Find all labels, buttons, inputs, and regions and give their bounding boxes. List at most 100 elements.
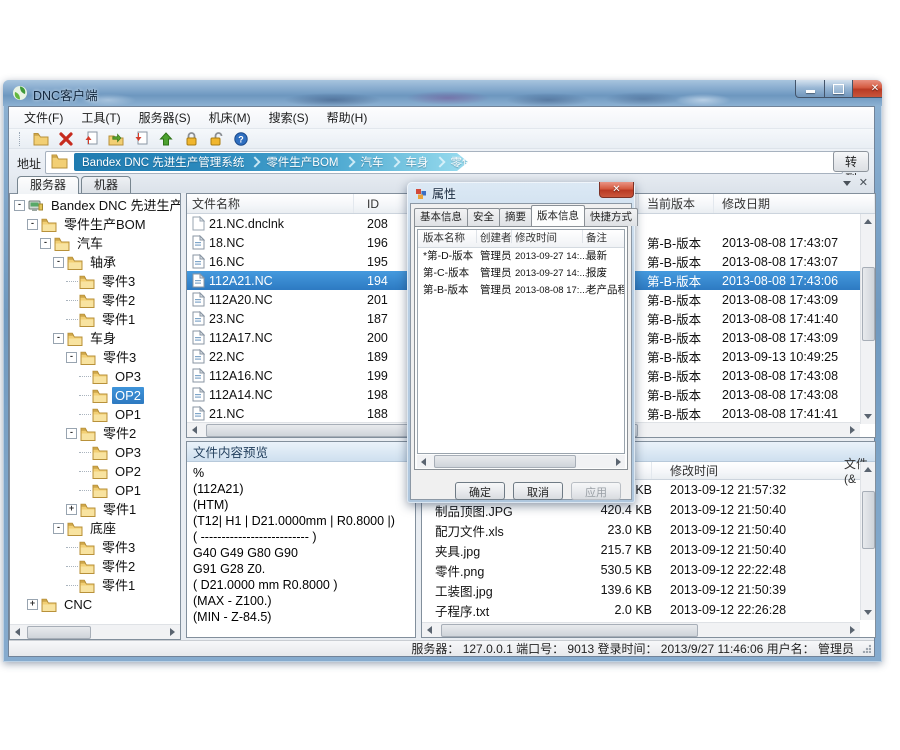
version-row[interactable]: *第-D-版本管理员2013-09-27 14:...最新	[418, 248, 624, 265]
lock-button[interactable]	[182, 130, 200, 147]
column-header-modified-time[interactable]: 修改时间	[652, 462, 875, 479]
tree-horizontal-scrollbar[interactable]	[10, 624, 180, 639]
import-folder-button[interactable]	[107, 130, 125, 147]
help-button[interactable]: ?	[232, 130, 250, 147]
check-out-button[interactable]	[132, 130, 150, 147]
attachment-row[interactable]: 零件.png530.5 KB2013-09-12 22:22:48	[422, 560, 875, 580]
column-header-creator[interactable]: 创建者	[480, 230, 512, 247]
scrollbar-thumb[interactable]	[434, 455, 576, 468]
tree-item[interactable]: 零件2	[10, 557, 180, 576]
tree-item[interactable]: -汽车	[10, 234, 180, 253]
scroll-right-button[interactable]	[165, 625, 180, 640]
attachment-row[interactable]: 工装图.jpg139.6 KB2013-09-12 21:50:39	[422, 580, 875, 600]
tree-item[interactable]: -底座	[10, 519, 180, 538]
tree-item[interactable]: -零件2	[10, 424, 180, 443]
scrollbar-thumb[interactable]	[27, 626, 91, 639]
check-in-button[interactable]	[82, 130, 100, 147]
scroll-left-button[interactable]	[422, 623, 437, 638]
unlock-button[interactable]	[207, 130, 225, 147]
new-folder-button[interactable]	[32, 130, 50, 147]
tree-item[interactable]: OP2	[10, 386, 180, 405]
close-button[interactable]: ✕	[852, 80, 882, 98]
version-row[interactable]: 第-B-版本管理员2013-08-08 17:...老产品程序	[418, 282, 624, 299]
scroll-left-button[interactable]	[187, 423, 202, 438]
file-list-vertical-scrollbar[interactable]	[860, 214, 875, 424]
attachment-row[interactable]: 配刀文件.xls23.0 KB2013-09-12 21:50:40	[422, 520, 875, 540]
dialog-tab-version-info[interactable]: 版本信息	[531, 205, 585, 226]
dialog-tab-basic-info[interactable]: 基本信息	[414, 208, 468, 226]
dialog-close-button[interactable]: ✕	[599, 182, 634, 198]
attachment-row[interactable]: 制品顶图.JPG420.4 KB2013-09-12 21:50:40	[422, 500, 875, 520]
scroll-up-button[interactable]	[861, 462, 876, 477]
tree-item[interactable]: OP1	[10, 405, 180, 424]
scrollbar-thumb[interactable]	[862, 491, 875, 549]
tree-item[interactable]: 零件3	[10, 272, 180, 291]
tree-item[interactable]: -轴承	[10, 253, 180, 272]
scroll-left-button[interactable]	[417, 455, 430, 468]
collapse-toggle-icon[interactable]: -	[53, 333, 64, 344]
pane-close-icon[interactable]: ✕	[859, 178, 868, 188]
menu-item-help[interactable]: 帮助(H)	[318, 107, 377, 128]
column-header-version-name[interactable]: 版本名称	[423, 230, 465, 247]
dialog-tab-summary[interactable]: 摘要	[499, 208, 532, 226]
tab-machine[interactable]: 机器	[81, 176, 131, 194]
expand-toggle-icon[interactable]: +	[66, 504, 77, 515]
pane-menu-dropdown-icon[interactable]	[843, 181, 851, 186]
scroll-left-button[interactable]	[10, 625, 25, 640]
collapse-toggle-icon[interactable]: -	[66, 428, 77, 439]
column-header-modified-time[interactable]: 修改时间	[515, 230, 557, 247]
collapse-toggle-icon[interactable]: -	[27, 219, 38, 230]
dialog-tab-shortcut[interactable]: 快捷方式	[584, 208, 638, 226]
attachment-horizontal-scrollbar[interactable]	[422, 622, 860, 637]
menu-item-file[interactable]: 文件(F)	[15, 107, 72, 128]
attachment-vertical-scrollbar[interactable]	[860, 462, 875, 620]
resize-grip[interactable]	[862, 644, 871, 653]
attachment-row[interactable]: 夹具.jpg215.7 KB2013-09-12 21:50:40	[422, 540, 875, 560]
dialog-title-bar[interactable]: 属性	[415, 185, 456, 202]
menu-item-tools[interactable]: 工具(T)	[72, 107, 129, 128]
breadcrumb-segment[interactable]: 车身	[398, 154, 437, 170]
column-header-note[interactable]: 备注	[586, 230, 607, 247]
breadcrumb-segment[interactable]: 零件生产BOM	[258, 154, 346, 170]
apply-button[interactable]: 应用	[571, 482, 621, 500]
tree-item[interactable]: -零件3	[10, 348, 180, 367]
column-header-modified-date[interactable]: 修改日期	[714, 194, 875, 213]
expand-toggle-icon[interactable]: +	[27, 599, 38, 610]
tree-item[interactable]: -零件生产BOM	[10, 215, 180, 234]
title-bar[interactable]: DNC客户端 ✕	[3, 80, 882, 106]
collapse-toggle-icon[interactable]: -	[66, 352, 77, 363]
cancel-button[interactable]: 取消	[513, 482, 563, 500]
collapse-toggle-icon[interactable]: -	[40, 238, 51, 249]
scroll-right-button[interactable]	[612, 455, 625, 468]
tree-item[interactable]: OP1	[10, 481, 180, 500]
delete-button[interactable]	[57, 130, 75, 147]
version-list-horizontal-scrollbar[interactable]	[417, 455, 625, 468]
ok-button[interactable]: 确定	[455, 482, 505, 500]
version-row[interactable]: 第-C-版本管理员2013-09-27 14:...报废	[418, 265, 624, 282]
attachment-row[interactable]: 子程序.txt2.0 KB2013-09-12 22:26:28	[422, 600, 875, 620]
upload-button[interactable]	[157, 130, 175, 147]
column-header-file-name[interactable]: 文件名称	[187, 194, 354, 213]
address-field[interactable]: Bandex DNC 先进生产管理系统零件生产BOM汽车车身零件3OP2	[45, 151, 843, 174]
breadcrumb-segment[interactable]: 汽车	[353, 154, 392, 170]
column-header-current-version[interactable]: 当前版本	[639, 194, 714, 213]
menu-item-server[interactable]: 服务器(S)	[130, 107, 200, 128]
collapse-toggle-icon[interactable]: -	[14, 200, 25, 211]
menu-item-search[interactable]: 搜索(S)	[260, 107, 318, 128]
collapse-toggle-icon[interactable]: -	[53, 257, 64, 268]
dialog-tab-security[interactable]: 安全	[467, 208, 500, 226]
breadcrumb-segment[interactable]: Bandex DNC 先进生产管理系统	[74, 154, 252, 170]
tab-server[interactable]: 服务器	[17, 176, 79, 194]
menu-item-machine-tool[interactable]: 机床(M)	[200, 107, 260, 128]
go-button[interactable]: 转到	[833, 151, 869, 172]
scroll-down-button[interactable]	[861, 605, 876, 620]
scroll-up-button[interactable]	[861, 214, 876, 229]
minimize-button[interactable]	[795, 80, 825, 98]
scroll-right-button[interactable]	[845, 423, 860, 438]
tree-item[interactable]: 零件1	[10, 576, 180, 595]
restore-button[interactable]	[825, 80, 852, 98]
tree-item[interactable]: 零件3	[10, 538, 180, 557]
scroll-down-button[interactable]	[861, 409, 876, 424]
tree-item[interactable]: 零件1	[10, 310, 180, 329]
tree-item[interactable]: OP2	[10, 462, 180, 481]
